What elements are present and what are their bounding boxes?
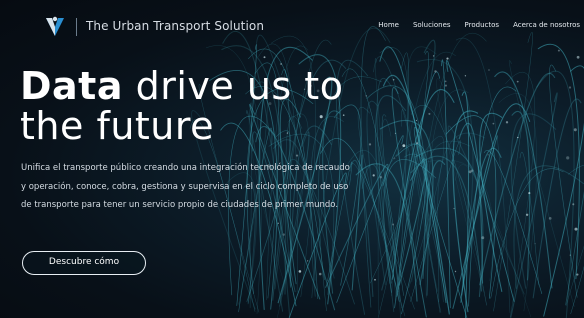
background-spark <box>306 260 309 262</box>
brand-divider <box>76 18 77 36</box>
background-spark <box>295 154 299 157</box>
background-spark <box>368 143 372 146</box>
background-strand <box>479 72 556 286</box>
background-spark <box>464 75 467 77</box>
background-spark <box>444 84 447 87</box>
background-spark <box>393 157 396 160</box>
background-spark <box>481 236 485 240</box>
background-spark <box>402 144 406 148</box>
background-spark <box>282 233 286 236</box>
headline-line1-rest: drive us to <box>135 64 344 108</box>
brand-name[interactable]: The Urban Transport Solution <box>86 19 264 33</box>
background-spark <box>392 223 395 226</box>
background-spark <box>573 128 577 132</box>
background-spark <box>487 154 489 156</box>
background-spark <box>569 254 571 256</box>
background-spark <box>394 132 397 135</box>
background-strand <box>511 110 531 281</box>
background-spark <box>516 80 519 83</box>
background-spark <box>298 270 302 273</box>
background-strand <box>508 60 575 307</box>
background-spark <box>277 222 279 224</box>
background-spark <box>416 142 418 145</box>
background-strand <box>536 70 575 318</box>
background-strand <box>350 159 374 298</box>
hero-description: Unifica el transporte público creando un… <box>21 163 350 210</box>
background-spark <box>471 169 474 172</box>
background-strand <box>377 118 392 314</box>
background-spark <box>528 192 531 195</box>
discover-how-button[interactable]: Descubre cómo <box>22 251 146 275</box>
background-strand <box>446 60 515 302</box>
background-strand <box>468 86 517 307</box>
hero-section: The Urban Transport Solution Home Soluci… <box>0 0 584 318</box>
background-spark <box>505 121 509 124</box>
background-spark <box>263 56 266 59</box>
nav-item-soluciones[interactable]: Soluciones <box>413 21 451 29</box>
background-spark <box>534 243 536 245</box>
background-spark <box>415 119 417 122</box>
background-spark <box>432 55 435 57</box>
background-spark <box>392 78 395 81</box>
background-spark <box>576 55 580 59</box>
background-spark <box>372 174 375 177</box>
background-spark <box>568 86 572 89</box>
background-spark <box>379 176 382 179</box>
v-logo-icon[interactable] <box>46 16 64 36</box>
main-nav: Home Soluciones Productos Acerca de noso… <box>378 21 580 29</box>
background-strand <box>452 110 479 313</box>
background-spark <box>566 156 570 160</box>
background-strand <box>494 71 553 289</box>
background-spark <box>434 70 437 73</box>
background-strand <box>510 92 558 318</box>
background-spark <box>428 112 431 115</box>
headline-line2: the future <box>20 104 215 148</box>
background-spark <box>454 270 457 273</box>
background-spark <box>444 80 447 83</box>
hero-headline: Data drive us to the future <box>20 66 343 146</box>
background-spark <box>374 278 376 281</box>
background-spark <box>572 203 575 206</box>
background-spark <box>492 122 495 125</box>
headline-bold-word: Data <box>20 64 123 108</box>
background-spark <box>517 136 519 139</box>
nav-item-acerca[interactable]: Acerca de nosotros <box>513 21 580 29</box>
background-spark <box>446 57 449 60</box>
background-spark <box>365 95 367 97</box>
top-navigation-bar: The Urban Transport Solution Home Soluci… <box>0 0 584 50</box>
background-strand <box>360 26 386 308</box>
background-spark <box>488 69 490 71</box>
background-spark <box>576 273 579 276</box>
background-spark <box>548 217 552 220</box>
background-spark <box>318 272 322 276</box>
nav-item-home[interactable]: Home <box>378 21 399 29</box>
background-spark <box>525 213 529 216</box>
background-spark <box>574 227 578 231</box>
background-spark <box>453 207 455 210</box>
nav-item-productos[interactable]: Productos <box>465 21 500 29</box>
